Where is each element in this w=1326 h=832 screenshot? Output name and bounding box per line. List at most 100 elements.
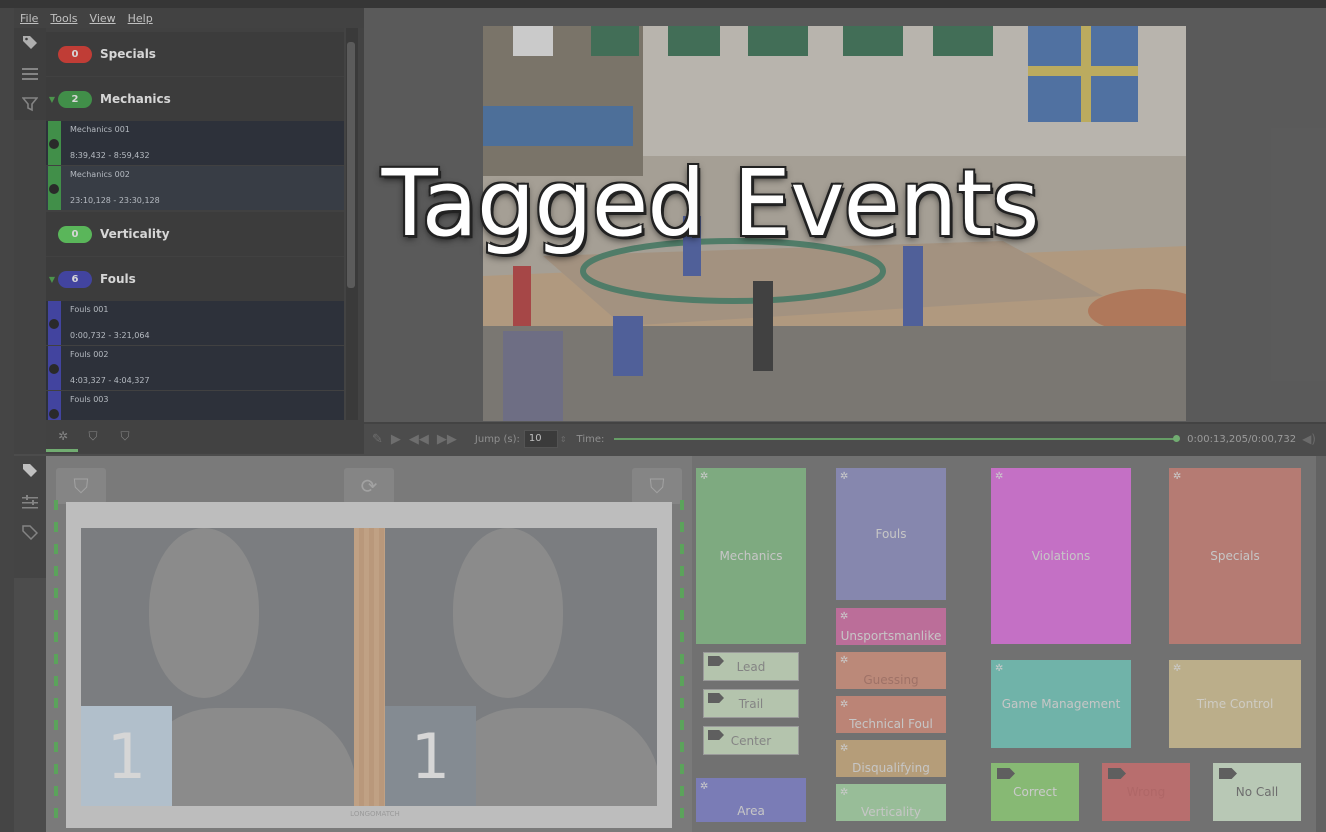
tag-icon (708, 656, 724, 666)
tag-icon (708, 730, 724, 740)
time-label: Time: (576, 433, 605, 445)
trail-tag-button[interactable]: Trail (703, 689, 799, 718)
area-button[interactable]: ✲ Area (696, 778, 806, 822)
event-time: 4:03,327 - 4:04,327 (70, 376, 150, 385)
menu-tools[interactable]: Tools (50, 12, 77, 25)
overlay-title: Tagged Events (381, 150, 1040, 257)
event-name: Fouls 002 (70, 350, 109, 359)
time-control-button[interactable]: ✲ Time Control (1169, 660, 1301, 748)
category-label: Fouls (100, 272, 136, 286)
field-boundary-left (54, 500, 58, 830)
category-icon: ✲ (700, 781, 709, 792)
play-icon[interactable]: ▶ (391, 432, 401, 447)
event-name: Mechanics 001 (70, 125, 130, 134)
spin-arrows-icon[interactable]: ⇕ (560, 435, 567, 444)
category-icon: ✲ (840, 787, 849, 798)
menu-help[interactable]: Help (128, 12, 153, 25)
player-number: 1 (385, 706, 476, 806)
disqualifying-button[interactable]: ✲ Disqualifying (836, 740, 946, 777)
category-icon: ✲ (995, 471, 1004, 482)
filter-icon[interactable] (20, 94, 40, 114)
category-icon: ✲ (840, 743, 849, 754)
category-specials[interactable]: 0 Specials (46, 32, 344, 76)
category-icon: ✲ (995, 663, 1004, 674)
court-center-strip (354, 528, 385, 806)
wrong-button[interactable]: Wrong (1102, 763, 1190, 821)
game-management-button[interactable]: ✲ Game Management (991, 660, 1131, 748)
tag-icon (1219, 768, 1237, 779)
tag-icon (708, 693, 724, 703)
tag-icon[interactable] (20, 460, 40, 480)
tag-outline-icon[interactable] (20, 522, 40, 542)
category-icon: ✲ (840, 471, 849, 482)
player-silhouette-head (453, 528, 563, 698)
category-icon: ✲ (840, 655, 849, 666)
events-tab-bar: ✲ ⛉ ⛉ (46, 420, 364, 453)
playback-bar: ✎ ▶ ◀◀ ▶▶ Jump (s): 10 ⇕ Time: 0:00:13,2… (364, 424, 1326, 454)
volume-icon[interactable]: ◀) (1302, 432, 1316, 446)
category-icon: ✲ (840, 699, 849, 710)
time-readout: 0:00:13,205/0:00,732 (1187, 433, 1297, 445)
expander-open-icon[interactable]: ▼ (46, 275, 58, 284)
violations-button[interactable]: ✲ Violations (991, 468, 1131, 644)
correct-button[interactable]: Correct (991, 763, 1079, 821)
swap-teams-icon[interactable]: ⟳ (344, 468, 394, 504)
menu-bar: File Tools View Help (14, 8, 364, 28)
lead-tag-button[interactable]: Lead (703, 652, 799, 681)
tag-icon[interactable] (20, 32, 40, 52)
category-fouls[interactable]: ▼ 6 Fouls (46, 257, 344, 301)
event-time: 0:00,732 - 3:21,064 (70, 331, 150, 340)
sliders-icon[interactable] (20, 492, 40, 512)
bottom-tab-strip (14, 456, 46, 578)
home-team-shield-icon[interactable]: ⛉ (82, 426, 104, 446)
field-boundary-right (680, 500, 684, 830)
unsportsmanlike-button[interactable]: ✲ Unsportsmanlike (836, 608, 946, 645)
timeline-handle[interactable] (1173, 435, 1181, 442)
event-dot (49, 409, 59, 419)
center-tag-button[interactable]: Center (703, 726, 799, 755)
event-row[interactable]: Fouls 001 0:00,732 - 3:21,064 (46, 301, 344, 346)
category-mechanics[interactable]: ▼ 2 Mechanics (46, 77, 344, 121)
category-icon: ✲ (840, 611, 849, 622)
menu-file[interactable]: File (20, 12, 38, 25)
count-badge: 0 (58, 45, 92, 63)
menu-view[interactable]: View (90, 12, 116, 25)
home-team-shield-icon[interactable]: ⛉ (56, 468, 106, 504)
longomatch-logo: LONGOMATCH (350, 810, 400, 818)
draw-icon[interactable]: ✎ (372, 432, 383, 447)
jump-label: Jump (s): (474, 433, 520, 445)
count-badge: 6 (58, 270, 92, 288)
mechanics-button[interactable]: ✲ Mechanics (696, 468, 806, 644)
event-dot (49, 139, 59, 149)
event-row[interactable]: Fouls 003 (46, 391, 344, 420)
event-row[interactable]: Fouls 002 4:03,327 - 4:04,327 (46, 346, 344, 391)
category-icon: ✲ (1173, 663, 1182, 674)
window-top-strip (0, 0, 1326, 8)
tagger-tab-icon[interactable]: ✲ (52, 426, 74, 446)
right-edge (1316, 456, 1326, 832)
list-icon[interactable] (20, 64, 40, 84)
fast-forward-icon[interactable]: ▶▶ (437, 432, 457, 447)
no-call-button[interactable]: No Call (1213, 763, 1301, 821)
rewind-icon[interactable]: ◀◀ (409, 432, 429, 447)
jump-seconds-input[interactable]: 10 (523, 430, 558, 448)
category-icon: ✲ (1173, 471, 1182, 482)
verticality-button[interactable]: ✲ Verticality (836, 784, 946, 821)
left-sidebar (14, 28, 46, 120)
fouls-button[interactable]: ✲ Fouls (836, 468, 946, 600)
player-number: 1 (81, 706, 172, 806)
category-label: Mechanics (100, 92, 171, 106)
left-edge (0, 8, 14, 832)
home-team-area[interactable]: 1 (81, 528, 354, 806)
technical-foul-button[interactable]: ✲ Technical Foul (836, 696, 946, 733)
away-team-shield-icon[interactable]: ⛉ (632, 468, 682, 504)
guessing-button[interactable]: ✲ Guessing (836, 652, 946, 689)
category-icon: ✲ (700, 471, 709, 482)
specials-button[interactable]: ✲ Specials (1169, 468, 1301, 644)
tag-icon (1108, 768, 1126, 779)
away-team-shield-icon[interactable]: ⛉ (114, 426, 136, 446)
timeline-slider[interactable] (614, 435, 1181, 442)
event-name: Fouls 001 (70, 305, 109, 314)
expander-open-icon[interactable]: ▼ (46, 95, 58, 104)
away-team-area[interactable]: 1 (385, 528, 657, 806)
